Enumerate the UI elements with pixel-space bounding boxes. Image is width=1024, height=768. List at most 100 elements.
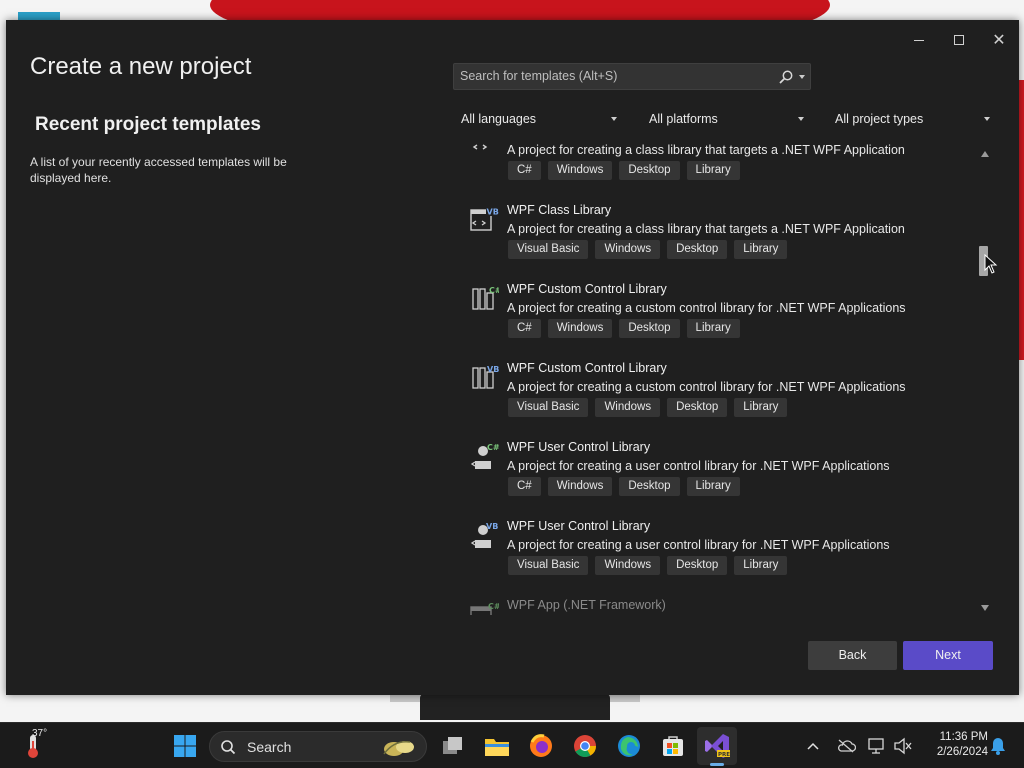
task-view-icon	[443, 737, 462, 754]
tag-type: Desktop	[619, 319, 680, 338]
active-app-indicator	[710, 763, 724, 766]
weather-temperature: 37°	[32, 728, 48, 739]
wpf-class-library-vb-icon: VB	[470, 206, 499, 231]
svg-text:VB: VB	[487, 208, 499, 217]
template-name: WPF User Control Library	[507, 519, 651, 533]
template-list-item[interactable]: VB WPF Custom Control Library A project …	[461, 360, 976, 439]
next-button[interactable]: Next	[903, 641, 993, 670]
firefox-button[interactable]	[526, 731, 556, 761]
volume-muted-icon	[894, 737, 912, 755]
tag-category: Library	[734, 556, 788, 575]
wpf-user-control-csharp-icon: C#	[470, 443, 499, 469]
template-list-item[interactable]: VB WPF Class Library A project for creat…	[461, 202, 976, 281]
tag-category: Library	[734, 398, 788, 417]
language-filter-dropdown[interactable]: All languages	[461, 107, 617, 131]
template-list-item[interactable]: VB WPF User Control Library A project fo…	[461, 518, 976, 597]
template-description: A project for creating a custom control …	[507, 380, 906, 394]
mouse-cursor-icon	[984, 254, 998, 274]
template-name: WPF User Control Library	[507, 440, 651, 454]
microsoft-store-button[interactable]	[658, 731, 688, 761]
template-name: WPF Custom Control Library	[507, 361, 667, 375]
svg-text:VB: VB	[486, 522, 498, 531]
wpf-class-library-csharp-icon	[472, 144, 488, 150]
taskbar-search-box[interactable]: Search	[209, 731, 427, 762]
cloud-offline-icon	[838, 739, 856, 753]
recent-templates-description: A list of your recently accessed templat…	[30, 155, 287, 185]
template-tags: Visual Basic Windows Desktop Library	[508, 398, 788, 417]
folder-icon	[485, 739, 509, 756]
platform-filter-value: All platforms	[649, 112, 718, 126]
scroll-down-arrow[interactable]	[981, 605, 989, 611]
template-list-item[interactable]: C# WPF Custom Control Library A project …	[461, 281, 976, 360]
wpf-app-framework-icon: C#	[470, 602, 499, 615]
maximize-icon	[954, 35, 964, 45]
minimize-icon	[914, 39, 924, 41]
file-explorer-button[interactable]	[482, 731, 512, 761]
svg-text:VB: VB	[487, 365, 499, 374]
tag-language: Visual Basic	[508, 556, 589, 575]
chevron-down-icon	[611, 117, 617, 121]
template-tags: C# Windows Desktop Library	[508, 477, 740, 496]
create-project-dialog: ✕ Create a new project Recent project te…	[6, 20, 1019, 695]
back-button[interactable]: Back	[808, 641, 897, 670]
svg-text:C#: C#	[487, 443, 499, 452]
tag-language: Visual Basic	[508, 240, 589, 259]
onedrive-button[interactable]	[831, 731, 861, 761]
recent-templates-heading: Recent project templates	[35, 114, 261, 135]
platform-filter-dropdown[interactable]: All platforms	[649, 107, 804, 131]
tag-type: Desktop	[667, 556, 728, 575]
scroll-up-arrow[interactable]	[981, 151, 989, 157]
template-name: WPF Class Library	[507, 203, 612, 217]
store-icon	[663, 736, 683, 756]
volume-button[interactable]	[888, 731, 918, 761]
tag-platform: Windows	[595, 556, 661, 575]
tag-type: Desktop	[619, 161, 680, 180]
template-list[interactable]: A project for creating a class library t…	[461, 143, 976, 615]
template-description: A project for creating a user control li…	[507, 538, 890, 552]
template-list-item[interactable]: A project for creating a class library t…	[461, 143, 976, 202]
tag-language: C#	[508, 161, 541, 180]
search-highlight-icon	[383, 741, 414, 756]
maximize-button[interactable]	[939, 26, 979, 54]
search-icon[interactable]	[778, 69, 794, 85]
template-description: A project for creating a user control li…	[507, 459, 890, 473]
visual-studio-button[interactable]: PRE	[702, 731, 732, 761]
wallpaper-shape	[420, 694, 610, 720]
template-tags: C# Windows Desktop Library	[508, 161, 740, 180]
start-button[interactable]	[170, 731, 200, 761]
edge-button[interactable]	[614, 731, 644, 761]
tag-platform: Windows	[595, 398, 661, 417]
search-options-dropdown-icon[interactable]	[799, 75, 805, 79]
task-view-button[interactable]	[438, 731, 468, 761]
project-type-filter-value: All project types	[835, 112, 924, 126]
minimize-button[interactable]	[899, 26, 939, 54]
chrome-icon	[574, 735, 596, 757]
template-list-item[interactable]: C# WPF App (.NET Framework)	[461, 597, 976, 615]
template-description: A project for creating a custom control …	[507, 301, 906, 315]
wpf-custom-control-vb-icon: VB	[472, 365, 499, 389]
notifications-button[interactable]	[983, 731, 1013, 761]
show-hidden-icons-button[interactable]	[798, 731, 828, 761]
template-description: A project for creating a class library t…	[507, 143, 905, 157]
template-search-input[interactable]: Search for templates (Alt+S)	[453, 63, 811, 90]
tag-category: Library	[734, 240, 788, 259]
svg-text:C#: C#	[488, 602, 499, 611]
taskbar-search-label: Search	[247, 739, 292, 755]
template-list-item[interactable]: C# WPF User Control Library A project fo…	[461, 439, 976, 518]
wpf-custom-control-csharp-icon: C#	[472, 286, 499, 310]
clock-time: 11:36 PM	[939, 731, 988, 743]
chrome-button[interactable]	[570, 731, 600, 761]
tag-platform: Windows	[547, 477, 613, 496]
edge-icon	[618, 735, 640, 757]
template-name: WPF Custom Control Library	[507, 282, 667, 296]
tag-language: C#	[508, 477, 541, 496]
clock[interactable]: 11:36 PM 2/26/2024	[916, 730, 988, 760]
close-button[interactable]: ✕	[979, 26, 1019, 54]
firefox-icon	[530, 734, 552, 757]
template-tags: Visual Basic Windows Desktop Library	[508, 240, 788, 259]
tag-type: Desktop	[667, 398, 728, 417]
tag-category: Library	[686, 161, 740, 180]
tag-type: Desktop	[619, 477, 680, 496]
bell-icon	[991, 738, 1005, 755]
project-type-filter-dropdown[interactable]: All project types	[835, 107, 990, 131]
